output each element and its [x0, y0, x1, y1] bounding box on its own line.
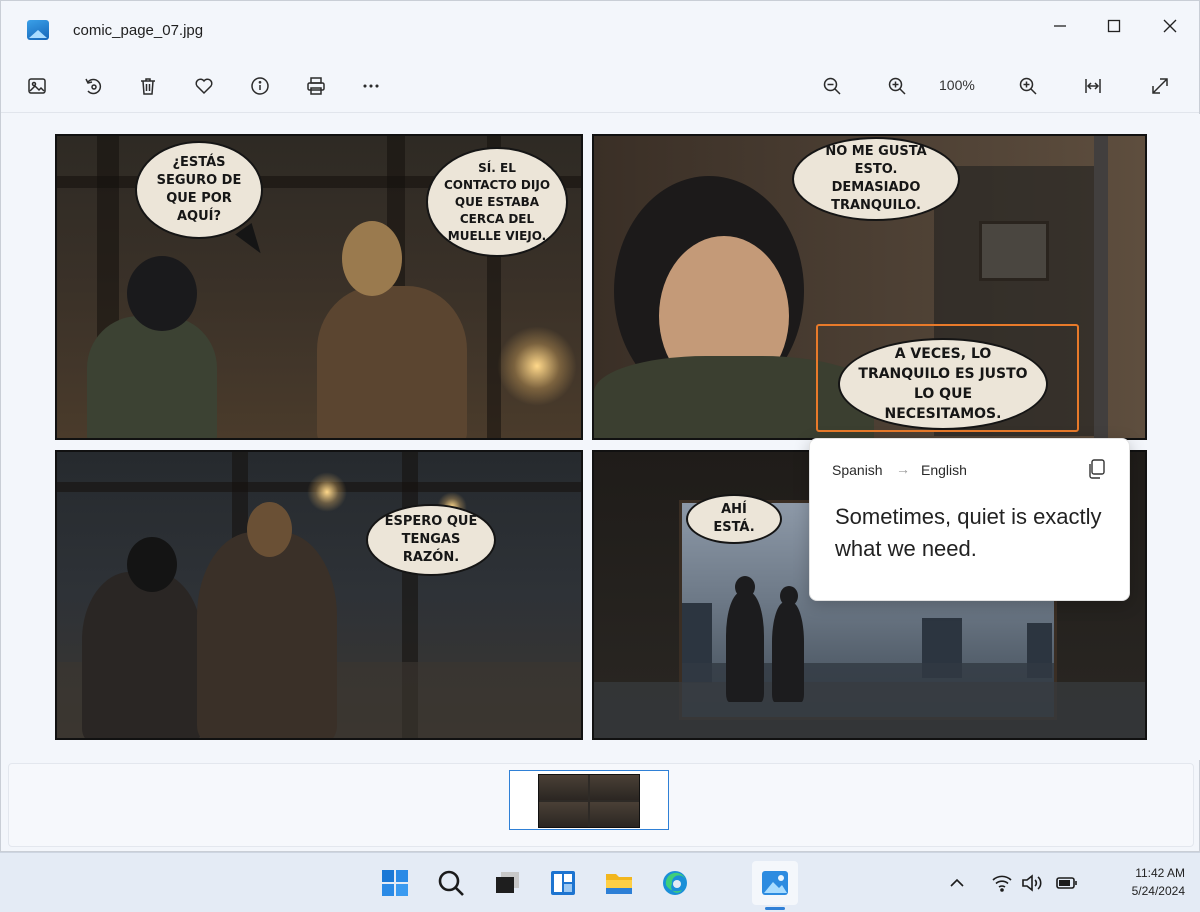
arrow-right-icon: → — [896, 461, 910, 477]
minimize-button[interactable] — [1037, 11, 1083, 41]
zoom-in-icon[interactable] — [1013, 71, 1043, 101]
wifi-icon[interactable] — [990, 873, 1014, 893]
rotate-icon[interactable] — [78, 71, 108, 101]
volume-icon[interactable] — [1020, 873, 1044, 893]
close-button[interactable] — [1147, 11, 1193, 41]
photos-icon[interactable] — [752, 861, 798, 905]
heart-icon[interactable] — [189, 71, 219, 101]
filmstrip — [8, 763, 1194, 847]
title-bar: comic_page_07.jpg — [1, 1, 1199, 57]
battery-icon[interactable] — [1055, 873, 1079, 893]
comic-panel-3 — [55, 450, 583, 740]
zoom-out-icon[interactable] — [817, 71, 847, 101]
zoom-in-icon[interactable] — [882, 71, 912, 101]
copy-icon[interactable] — [1086, 458, 1108, 480]
info-icon[interactable] — [245, 71, 275, 101]
translated-text: Sometimes, quiet is exactly what we need… — [835, 504, 1102, 561]
speech-bubble-1[interactable]: ¿ESTÁS SEGURO DE QUE POR AQUÍ? — [135, 141, 263, 239]
toolbar — [1, 57, 1199, 113]
taskbar — [0, 852, 1200, 912]
file-explorer-icon[interactable] — [599, 863, 639, 903]
translation-popup: Spanish → English Sometimes, quiet is ex… — [809, 438, 1130, 601]
zoom-level[interactable]: 100% — [939, 77, 975, 93]
task-view-icon[interactable] — [487, 863, 527, 903]
thumbnail-selected[interactable] — [509, 770, 669, 830]
fit-width-icon[interactable] — [1078, 71, 1108, 101]
more-icon[interactable] — [356, 71, 386, 101]
source-language[interactable]: Spanish — [832, 462, 883, 478]
maximize-button[interactable] — [1091, 11, 1137, 41]
delete-icon[interactable] — [133, 71, 163, 101]
system-clock[interactable]: 11:42 AM 5/24/2024 — [1105, 864, 1185, 900]
speech-bubble-3[interactable]: NO ME GUSTA ESTO. DEMASIADO TRANQUILO. — [792, 137, 960, 221]
edge-icon[interactable] — [655, 863, 695, 903]
print-icon[interactable] — [301, 71, 331, 101]
window-title: comic_page_07.jpg — [73, 22, 204, 39]
photos-app-icon — [27, 20, 49, 40]
speech-bubble-2[interactable]: SÍ. EL CONTACTO DIJO QUE ESTABA CERCA DE… — [426, 147, 568, 257]
start-icon[interactable] — [375, 863, 415, 903]
image-icon[interactable] — [22, 71, 52, 101]
text-selection-highlight[interactable] — [816, 324, 1079, 432]
search-icon[interactable] — [431, 863, 471, 903]
active-app-indicator — [765, 907, 785, 910]
speech-bubble-4[interactable]: ESPERO QUE TENGAS RAZÓN. — [366, 504, 496, 576]
fullscreen-icon[interactable] — [1145, 71, 1175, 101]
widgets-icon[interactable] — [543, 863, 583, 903]
image-canvas[interactable]: ¿ESTÁS SEGURO DE QUE POR AQUÍ? SÍ. EL CO… — [2, 114, 1200, 760]
clock-date: 5/24/2024 — [1131, 884, 1185, 898]
speech-bubble-5[interactable]: AHÍ ESTÁ. — [686, 494, 782, 544]
target-language[interactable]: English — [921, 462, 967, 478]
chevron-up-icon[interactable] — [945, 873, 969, 893]
photos-window: comic_page_07.jpg 100% ¿ESTÁS SEGURO DE … — [0, 0, 1200, 852]
clock-time: 11:42 AM — [1135, 866, 1185, 880]
